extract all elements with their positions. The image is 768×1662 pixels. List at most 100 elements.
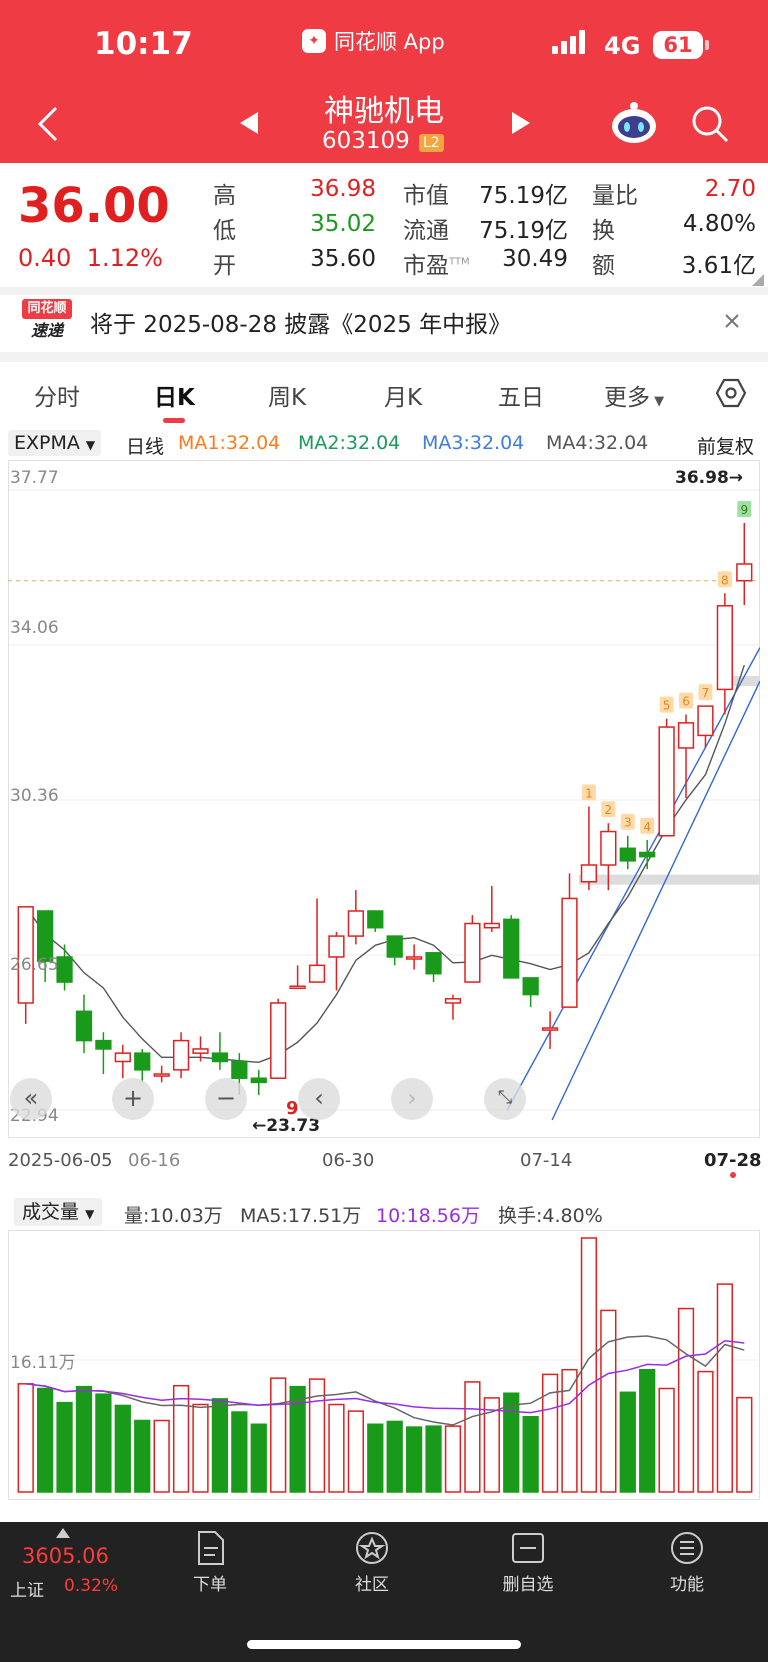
volume-bar bbox=[172, 1384, 190, 1493]
indicator-select[interactable]: EXPMA ▼ bbox=[8, 430, 102, 456]
zoom-in-button[interactable]: + bbox=[112, 1078, 154, 1120]
next-stock-icon[interactable] bbox=[510, 110, 532, 136]
index-change: 0.32% bbox=[64, 1576, 119, 1596]
close-icon[interactable] bbox=[724, 313, 740, 329]
scroll-left-button[interactable]: ‹ bbox=[298, 1078, 340, 1120]
candlestick-chart[interactable]: 123 4 5 67 8 9 bbox=[8, 460, 760, 1138]
candle bbox=[406, 956, 423, 960]
candle bbox=[328, 935, 345, 958]
date-label: 2025-06-05 bbox=[8, 1150, 113, 1171]
date-label: 07-14 bbox=[520, 1150, 573, 1171]
stock-code: 603109 bbox=[322, 128, 410, 154]
candle bbox=[289, 985, 306, 990]
price-change: 0.40 1.12% bbox=[18, 244, 163, 272]
scroll-right-button[interactable]: › bbox=[391, 1078, 433, 1120]
adjust-mode[interactable]: 前复权 bbox=[697, 432, 754, 459]
nav-functions[interactable]: 功能 bbox=[637, 1530, 737, 1595]
price-axis-label: 34.06 bbox=[10, 618, 59, 638]
nav-order[interactable]: 下单 bbox=[160, 1530, 260, 1595]
settings-hexagon-icon[interactable] bbox=[716, 378, 746, 408]
candle bbox=[95, 1039, 112, 1050]
tab-weekly-k[interactable]: 周K bbox=[268, 378, 306, 412]
nav-order-label: 下单 bbox=[193, 1575, 227, 1595]
candle bbox=[561, 897, 578, 1008]
sequence-marker: 1 bbox=[581, 784, 596, 801]
sequence-marker: 5 bbox=[659, 696, 674, 713]
tab-five-day[interactable]: 五日 bbox=[498, 378, 544, 412]
volume-bar bbox=[192, 1403, 209, 1493]
candle bbox=[192, 1048, 209, 1054]
indicator-name: EXPMA bbox=[14, 432, 80, 454]
candle bbox=[153, 1073, 170, 1077]
signal-icon bbox=[552, 28, 585, 54]
volume-legend: 成交量 ▼ 量:10.03万 MA5:17.51万 10:18.56万 换手:4… bbox=[0, 1196, 768, 1230]
volume-bar bbox=[386, 1420, 403, 1493]
nav-functions-label: 功能 bbox=[670, 1575, 704, 1595]
tab-intraday[interactable]: 分时 bbox=[34, 378, 80, 412]
nav-remove-watchlist-label: 删自选 bbox=[502, 1575, 554, 1595]
nav-community[interactable]: 社区 bbox=[322, 1530, 422, 1595]
fullscreen-icon[interactable]: ⤡ bbox=[484, 1078, 526, 1120]
volume-ma10: 10:18.56万 bbox=[376, 1205, 480, 1227]
candle bbox=[677, 722, 695, 749]
candle bbox=[639, 851, 656, 858]
app-name: 同花顺 App bbox=[334, 30, 445, 54]
tab-more[interactable]: 更多 ▼ bbox=[604, 378, 664, 412]
notice-text[interactable]: 将于 2025-08-28 披露《2025 年中报》 bbox=[90, 305, 511, 339]
tab-monthly-k[interactable]: 月K bbox=[384, 378, 422, 412]
volume-indicator-select[interactable]: 成交量 ▼ bbox=[14, 1198, 103, 1226]
volume-bar bbox=[250, 1423, 267, 1493]
volume-bar bbox=[134, 1419, 151, 1493]
low-annotation: ←23.73 bbox=[252, 1116, 321, 1136]
change-percent: 1.12% bbox=[86, 244, 163, 272]
index-value[interactable]: 3605.06 bbox=[22, 1544, 109, 1568]
level2-badge: L2 bbox=[419, 134, 444, 152]
search-icon[interactable] bbox=[690, 104, 730, 144]
chevron-down-icon: ▼ bbox=[85, 1207, 95, 1221]
candle bbox=[600, 830, 617, 866]
amount-value: 3.61亿 bbox=[681, 253, 756, 279]
nav-community-label: 社区 bbox=[355, 1575, 389, 1595]
volume-bar bbox=[736, 1396, 753, 1493]
support-band bbox=[578, 874, 760, 885]
triangle-up-icon bbox=[56, 1528, 70, 1538]
volume-chart[interactable] bbox=[8, 1230, 760, 1500]
candle bbox=[231, 1060, 248, 1079]
candle bbox=[114, 1052, 131, 1063]
nav-remove-watchlist[interactable]: 删自选 bbox=[478, 1530, 578, 1595]
low-label: 低 bbox=[213, 218, 236, 244]
candle bbox=[716, 605, 733, 691]
sequence-marker-label: 6 bbox=[682, 695, 690, 709]
volume-bar bbox=[406, 1426, 423, 1493]
volume-bar bbox=[503, 1392, 520, 1493]
app-logo-icon: ✦ bbox=[302, 29, 326, 53]
volume-bar bbox=[677, 1307, 695, 1493]
community-star-icon bbox=[356, 1532, 388, 1564]
trend-line bbox=[551, 680, 760, 1121]
candle bbox=[134, 1052, 151, 1071]
volume-bar bbox=[600, 1309, 617, 1493]
sequence-marker: 6 bbox=[679, 692, 694, 709]
volume-turnover: 换手:4.80% bbox=[498, 1205, 603, 1227]
last-price: 36.00 bbox=[18, 178, 170, 234]
volume-bar bbox=[270, 1377, 287, 1493]
volume-bar bbox=[639, 1368, 656, 1493]
scroll-left-fast-button[interactable]: « bbox=[10, 1078, 52, 1120]
sequence-marker: 2 bbox=[601, 801, 616, 818]
network-type: 4G bbox=[604, 32, 641, 60]
volume-bar bbox=[425, 1425, 442, 1493]
notice-logo-top: 同花顺 bbox=[22, 299, 72, 319]
zoom-out-button[interactable]: − bbox=[205, 1078, 247, 1120]
tab-daily-k[interactable]: 日K bbox=[154, 378, 195, 412]
expand-corner-icon[interactable] bbox=[752, 274, 764, 286]
price-axis-label: 30.36 bbox=[10, 786, 59, 806]
menu-circle-icon bbox=[671, 1532, 703, 1564]
volume-bar bbox=[444, 1425, 462, 1493]
date-label: 07-28 bbox=[704, 1150, 762, 1171]
robot-assistant-icon[interactable] bbox=[610, 100, 658, 146]
candle bbox=[75, 1010, 93, 1042]
volume-bar bbox=[580, 1237, 598, 1493]
notice-logo: 同花顺 速递 bbox=[22, 299, 72, 343]
candle bbox=[697, 705, 714, 737]
chart-border bbox=[8, 460, 760, 1138]
